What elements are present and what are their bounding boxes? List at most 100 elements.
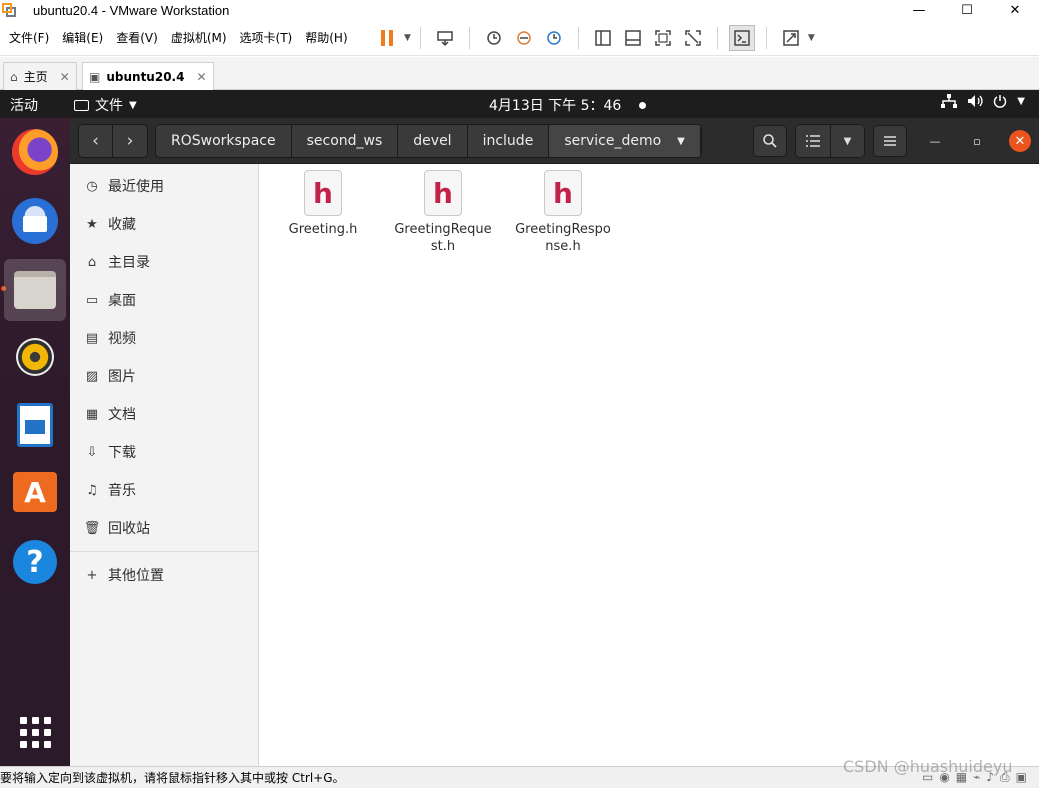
full-screen-button[interactable] [650, 25, 676, 51]
sidebar-item-starred[interactable]: ★ 收藏 [70, 205, 258, 243]
keyboard-send-icon [437, 31, 453, 47]
show-applications-button[interactable] [4, 701, 66, 763]
dock-thunderbird[interactable] [4, 190, 66, 252]
close-icon[interactable]: ✕ [60, 70, 70, 84]
console-view-button[interactable] [728, 25, 755, 51]
dock-software[interactable]: A [4, 461, 66, 523]
breadcrumb-devel[interactable]: devel [398, 125, 468, 157]
chevron-down-icon: ▼ [129, 99, 137, 111]
view-options-button[interactable]: ▼ [830, 125, 864, 157]
display-icon[interactable]: ▣ [1016, 770, 1027, 785]
breadcrumb-rosworkspace[interactable]: ROSworkspace [156, 125, 292, 157]
home-icon: ⌂ [10, 69, 18, 84]
revert-snapshot-icon [517, 31, 531, 45]
snapshot-button[interactable] [481, 25, 507, 51]
tab-ubuntu[interactable]: ▣ ubuntu20.4 ✕ [82, 62, 214, 91]
file-item-greeting-response[interactable]: h GreetingResponse.h [508, 170, 618, 255]
revert-snapshot-button[interactable] [511, 25, 537, 51]
vm-icon: ▣ [89, 70, 101, 84]
header-file-icon: h [304, 170, 342, 216]
history-nav: ‹ › [78, 124, 148, 158]
main-menu-button[interactable] [873, 125, 907, 157]
unity-mode-button[interactable] [680, 25, 706, 51]
pause-dropdown-icon[interactable]: ▼ [404, 33, 411, 43]
header-file-icon: h [544, 170, 582, 216]
list-view-button[interactable] [796, 125, 830, 157]
tab-home-label: 主页 [23, 70, 48, 84]
minimize-button[interactable]: — [895, 0, 943, 20]
sidebar-item-music[interactable]: ♫ 音乐 [70, 471, 258, 509]
sidebar-item-trash[interactable]: 🗑 回收站 [70, 509, 258, 547]
menu-view[interactable]: 查看(V) [116, 29, 158, 46]
breadcrumb: ROSworkspace second_ws devel include ser… [155, 124, 702, 158]
forward-button[interactable]: › [113, 125, 147, 157]
activities-button[interactable]: 活动 [10, 95, 38, 115]
file-view[interactable]: h Greeting.h h GreetingRequest.h h Greet… [259, 164, 1039, 766]
sidebar-item-other-locations[interactable]: + 其他位置 [70, 556, 258, 594]
show-thumbnail-button[interactable] [620, 25, 646, 51]
pause-button[interactable] [374, 25, 400, 51]
chevron-down-icon: ▼ [843, 135, 852, 147]
recent-icon: ◷ [86, 178, 98, 194]
help-icon: ? [13, 540, 57, 584]
view-toggle: ▼ [795, 124, 865, 158]
breadcrumb-second-ws[interactable]: second_ws [291, 125, 399, 157]
menu-file[interactable]: 文件(F) [9, 29, 49, 46]
sidebar-item-label: 回收站 [108, 521, 150, 537]
maximize-button[interactable]: ☐ [943, 0, 991, 20]
app-menu-label: 文件 [95, 98, 123, 114]
dock-rhythmbox[interactable] [4, 326, 66, 388]
firefox-icon [12, 129, 58, 175]
minimize-button[interactable]: — [921, 127, 949, 155]
home-icon: ⌂ [87, 254, 97, 270]
menu-tabs[interactable]: 选项卡(T) [240, 29, 293, 46]
dock-help[interactable]: ? [4, 531, 66, 593]
maximize-button[interactable]: ▫ [963, 127, 991, 155]
menu-edit[interactable]: 编辑(E) [62, 29, 103, 46]
menu-vm[interactable]: 虚拟机(M) [171, 29, 227, 46]
dock-firefox[interactable] [4, 121, 66, 183]
sidebar-item-home[interactable]: ⌂ 主目录 [70, 243, 258, 281]
file-name: GreetingRequest.h [394, 222, 492, 254]
thumbnail-bar-icon [625, 30, 641, 46]
sidebar-item-documents[interactable]: ▦ 文档 [70, 395, 258, 433]
library-panel-icon [595, 30, 611, 46]
stretch-dropdown-icon[interactable]: ▼ [808, 33, 815, 43]
back-button[interactable]: ‹ [79, 125, 113, 157]
picture-icon: ▨ [85, 368, 99, 384]
breadcrumb-current-label: service_demo [564, 133, 662, 149]
sidebar-item-downloads[interactable]: ⇩ 下载 [70, 433, 258, 471]
stretch-view-button[interactable] [778, 25, 804, 51]
sidebar-item-recent[interactable]: ◷ 最近使用 [70, 167, 258, 205]
file-item-greeting-request[interactable]: h GreetingRequest.h [388, 170, 498, 255]
snapshot-manager-button[interactable] [541, 25, 567, 51]
sidebar-item-label: 视频 [108, 331, 136, 347]
file-item-greeting[interactable]: h Greeting.h [268, 170, 378, 238]
gnome-topbar: 活动 文件 ▼ 4月13日 下午 5：46 ▼ [0, 90, 1039, 118]
sidebar-item-desktop[interactable]: ▭ 桌面 [70, 281, 258, 319]
dock-files[interactable] [4, 259, 66, 321]
close-window-button[interactable]: ✕ [991, 0, 1039, 20]
system-tray[interactable]: ▼ [941, 94, 1025, 108]
show-library-button[interactable] [590, 25, 616, 51]
sidebar-item-pictures[interactable]: ▨ 图片 [70, 357, 258, 395]
breadcrumb-service-demo[interactable]: service_demo ▼ [549, 125, 701, 157]
search-button[interactable] [753, 125, 787, 157]
sidebar-item-videos[interactable]: ▤ 视频 [70, 319, 258, 357]
clock[interactable]: 4月13日 下午 5：46 [489, 95, 647, 115]
tab-home[interactable]: ⌂ 主页 ✕ [3, 62, 77, 90]
app-menu[interactable]: 文件 ▼ [74, 95, 137, 115]
snapshot-icon [487, 31, 501, 45]
close-button[interactable]: ✕ [1009, 130, 1031, 152]
tab-ubuntu-label: ubuntu20.4 [106, 70, 185, 84]
menu-help[interactable]: 帮助(H) [305, 29, 347, 46]
sidebar-divider [70, 551, 258, 552]
plus-icon: + [86, 567, 98, 583]
vmware-logo-icon [1, 2, 17, 18]
close-icon[interactable]: ✕ [196, 70, 206, 84]
dock-writer[interactable] [4, 394, 66, 456]
list-view-icon [806, 135, 820, 147]
sidebar-item-label: 音乐 [108, 483, 136, 499]
send-ctrl-alt-del-button[interactable] [432, 25, 458, 51]
breadcrumb-include[interactable]: include [467, 125, 550, 157]
